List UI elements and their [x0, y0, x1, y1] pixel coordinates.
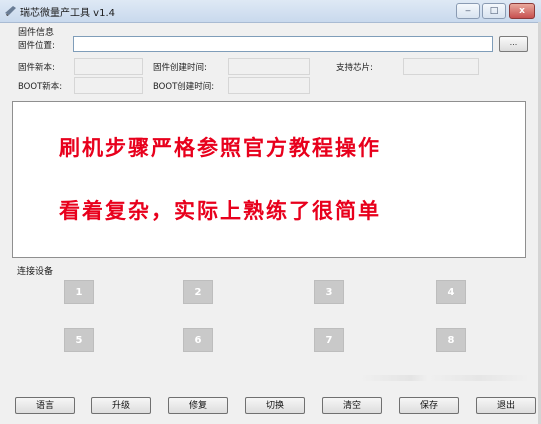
divider — [360, 375, 530, 381]
log-area[interactable]: 刷机步骤严格参照官方教程操作 看着复杂，实际上熟练了很简单 — [12, 101, 526, 258]
minimize-icon: ‒ — [465, 6, 471, 16]
boot-version-field — [74, 77, 143, 94]
title-bar: 瑞芯微量产工具 v1.4 ‒ □ x — [0, 0, 541, 23]
maximize-icon: □ — [489, 6, 499, 16]
notice-line-1: 刷机步骤严格参照官方教程操作 — [59, 136, 381, 160]
firmware-created-field — [228, 58, 310, 75]
upgrade-button[interactable]: 升级 — [91, 397, 151, 414]
device-slot-2: 2 — [183, 280, 213, 304]
firmware-location-input[interactable] — [73, 36, 493, 52]
device-slot-5: 5 — [64, 328, 94, 352]
exit-button[interactable]: 退出 — [476, 397, 536, 414]
chip-label: 支持芯片: — [336, 63, 373, 73]
boot-created-field — [228, 77, 310, 94]
window-title: 瑞芯微量产工具 v1.4 — [20, 8, 115, 19]
app-icon — [5, 6, 16, 16]
boot-created-label: BOOT创建时间: — [153, 82, 215, 92]
firmware-created-label: 固件创建时间: — [153, 63, 207, 73]
close-icon: x — [519, 6, 525, 16]
device-slot-8: 8 — [436, 328, 466, 352]
chip-field — [403, 58, 479, 75]
notice-line-2: 看着复杂，实际上熟练了很简单 — [59, 199, 381, 223]
device-slot-1: 1 — [64, 280, 94, 304]
firmware-version-field — [74, 58, 143, 75]
close-button[interactable]: x — [509, 3, 535, 19]
language-button[interactable]: 语言 — [15, 397, 75, 414]
minimize-button[interactable]: ‒ — [456, 3, 480, 19]
save-button[interactable]: 保存 — [399, 397, 459, 414]
browse-button[interactable]: ... — [499, 36, 528, 52]
firmware-location-label: 固件位置: — [18, 41, 55, 51]
devices-group-title: 连接设备 — [17, 267, 54, 277]
device-slot-3: 3 — [314, 280, 344, 304]
maximize-button[interactable]: □ — [482, 3, 506, 19]
switch-button[interactable]: 切换 — [245, 397, 305, 414]
firmware-version-label: 固件新本: — [18, 63, 55, 73]
firmware-group-title: 固件信息 — [18, 28, 55, 38]
device-slot-7: 7 — [314, 328, 344, 352]
repair-button[interactable]: 修复 — [168, 397, 228, 414]
device-slot-4: 4 — [436, 280, 466, 304]
boot-version-label: BOOT新本: — [18, 82, 63, 92]
clear-button[interactable]: 清空 — [322, 397, 382, 414]
device-slot-6: 6 — [183, 328, 213, 352]
